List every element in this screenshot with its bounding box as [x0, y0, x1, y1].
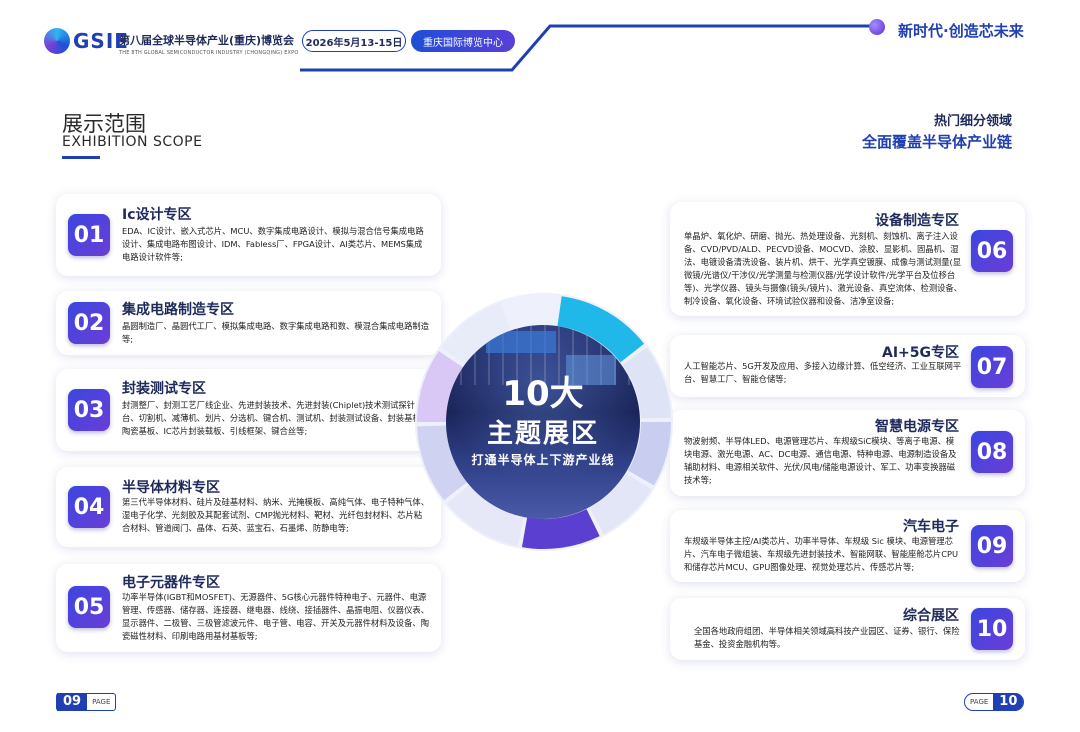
- zone-number: 03: [68, 389, 110, 431]
- zone-title: 综合展区: [903, 608, 959, 624]
- center-headline: 10大: [502, 374, 584, 414]
- zone-card-01: 01 Ic设计专区 EDA、IC设计、嵌入式芯片、MCU、数字集成电路设计、模拟…: [56, 194, 441, 276]
- zone-description: 全国各地政府组团、半导体相关领域高科技产业园区、证券、银行、保险基金、投资金融机…: [694, 626, 960, 649]
- ring-segment: [504, 295, 558, 330]
- zone-card-10: 10 综合展区 全国各地政府组团、半导体相关领域高科技产业园区、证券、银行、保险…: [670, 598, 1025, 660]
- zone-card-05: 05 电子元器件专区 功率半导体(IGBT和MOSFET)、无源器件、5G核心元…: [56, 564, 441, 652]
- zone-card-07: 07 AI+5G专区 人工智能芯片、5G开发及应用、多接入边缘计算、低空经济、工…: [670, 335, 1025, 397]
- page-label: PAGE: [92, 698, 111, 706]
- venue-badge: 重庆国际博览中心: [411, 30, 515, 52]
- photo-booth: [486, 331, 556, 353]
- zone-card-02: 02 集成电路制造专区 晶圆制造厂、晶圆代工厂、模拟集成电路、数字集成电路和数、…: [56, 291, 441, 355]
- page-number: 10: [993, 693, 1024, 711]
- expo-name: 第八届全球半导体产业(重庆)博览会 THE 8TH GLOBAL SEMICON…: [119, 32, 299, 56]
- zone-description: 人工智能芯片、5G开发及应用、多接入边缘计算、低空经济、工业互联网平台、智慧工厂…: [684, 361, 962, 384]
- page-number: 09: [57, 693, 88, 711]
- date-badge: 2026年5月13-15日: [302, 30, 406, 52]
- zone-description: 功率半导体(IGBT和MOSFET)、无源器件、5G核心元器件特种电子、元器件、…: [122, 592, 429, 641]
- page-tag-left: 09 PAGE: [56, 693, 117, 711]
- zone-title: Ic设计专区: [122, 207, 192, 223]
- zone-description: 单晶炉、氧化炉、研磨、抛光、热处理设备、光刻机、刻蚀机、离子注入设备、CVD/P…: [684, 231, 963, 306]
- zone-description: 第三代半导体材料、硅片及硅基材料、纳米、光掩模板、高纯气体、电子特种气体、湿电子…: [122, 497, 429, 533]
- zone-number: 08: [971, 431, 1013, 473]
- zone-number: 07: [971, 346, 1013, 388]
- center-title: 主题展区: [486, 419, 599, 449]
- center-subtitle: 打通半导体上下游产业线: [471, 453, 615, 467]
- zone-number: 10: [971, 608, 1013, 650]
- gsie-logo: GSIE: [44, 28, 129, 54]
- expo-name-en: THE 8TH GLOBAL SEMICONDUCTOR INDUSTRY (C…: [119, 50, 299, 56]
- page-label: PAGE: [970, 698, 989, 706]
- zone-title: AI+5G专区: [881, 345, 959, 361]
- zone-description: 物波射频、半导体LED、电源管理芯片、车规级SiC模块、等离子电源、模块电源、激…: [684, 436, 957, 485]
- zone-number: 01: [68, 214, 110, 256]
- zone-number: 05: [68, 586, 110, 628]
- subtitle-coverage: 全面覆盖半导体产业链: [861, 133, 1012, 151]
- zone-description: 封测整厂、封测工艺厂线企业、先进封装技术、先进封装(Chiplet)技术测试探针…: [122, 400, 429, 436]
- slogan: 新时代·创造芯未来: [898, 22, 1024, 40]
- zone-title: 汽车电子: [903, 519, 959, 535]
- expo-name-cn: 第八届全球半导体产业(重庆)博览会: [119, 34, 295, 47]
- zone-card-09: 09 汽车电子 车规级半导体主控/AI类芯片、功率半导体、车规级 Sic 模块、…: [670, 510, 1025, 582]
- zone-number: 06: [971, 230, 1013, 272]
- zone-title: 集成电路制造专区: [122, 302, 234, 318]
- zone-title: 智慧电源专区: [875, 419, 959, 435]
- zone-title: 设备制造专区: [875, 213, 959, 229]
- zone-title: 电子元器件专区: [122, 575, 220, 591]
- logo-globe-icon: [44, 28, 70, 54]
- zone-card-04: 04 半导体材料专区 第三代半导体材料、硅片及硅基材料、纳米、光掩模板、高纯气体…: [56, 467, 441, 547]
- zone-card-03: 03 封装测试专区 封测整厂、封测工艺厂线企业、先进封装技术、先进封装(Chip…: [56, 369, 441, 451]
- slogan-dot-icon: [869, 19, 885, 35]
- zone-number: 09: [971, 525, 1013, 567]
- zone-title: 封装测试专区: [122, 381, 206, 397]
- zone-card-08: 08 智慧电源专区 物波射频、半导体LED、电源管理芯片、车规级SiC模块、等离…: [670, 410, 1025, 496]
- zone-description: 晶圆制造厂、晶圆代工厂、模拟集成电路、数字集成电路和数、模混合集成电路制造等;: [122, 321, 429, 344]
- zone-number: 02: [68, 302, 110, 344]
- zone-title: 半导体材料专区: [122, 480, 220, 496]
- subtitle-hot: 热门细分领域: [933, 114, 1012, 129]
- zone-card-06: 06 设备制造专区 单晶炉、氧化炉、研磨、抛光、热处理设备、光刻机、刻蚀机、离子…: [670, 202, 1025, 316]
- page-tag-right: PAGE 10: [964, 693, 1025, 711]
- zone-description: 车规级半导体主控/AI类芯片、功率半导体、车规级 Sic 模块、电源管理芯片、汽…: [684, 536, 959, 572]
- title-underline: [62, 156, 100, 159]
- zone-description: EDA、IC设计、嵌入式芯片、MCU、数字集成电路设计、模拟与混合信号集成电路设…: [122, 226, 424, 262]
- section-title-en: EXHIBITION SCOPE: [62, 134, 203, 150]
- zone-number: 04: [68, 486, 110, 528]
- ring-segment: [521, 508, 600, 549]
- ring-segment: [627, 421, 671, 486]
